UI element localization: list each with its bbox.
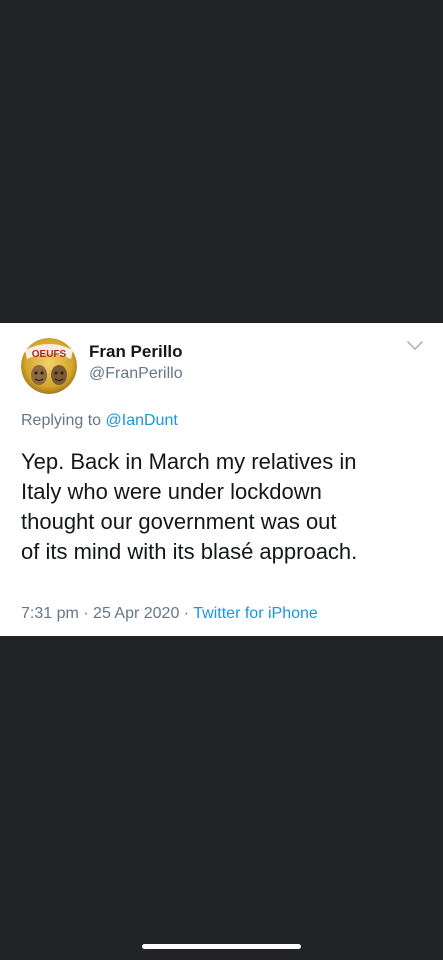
tweet-text-line: Italy who were under lockdown <box>21 479 322 504</box>
tweet-source-link[interactable]: Twitter for iPhone <box>193 605 318 622</box>
replying-to: Replying to @IanDunt <box>21 411 178 431</box>
replying-to-label: Replying to <box>21 412 102 429</box>
user-handle[interactable]: @FranPerillo <box>89 364 183 384</box>
tweet-card[interactable]: OEUFS Fran Perillo @FranPerillo Replying… <box>0 323 443 636</box>
tweet-text-line: of its mind with its blasé approach. <box>21 539 358 564</box>
tweet-text-line: Yep. Back in March my relatives in <box>21 449 357 474</box>
meta-separator: · <box>183 605 190 622</box>
tweet-time: 7:31 pm <box>21 605 79 622</box>
tweet-text-line: thought our government was out <box>21 509 337 534</box>
tweet-metadata: 7:31 pm · 25 Apr 2020 · Twitter for iPho… <box>21 604 318 624</box>
avatar[interactable]: OEUFS <box>21 338 77 394</box>
reply-mention-link[interactable]: @IanDunt <box>106 412 178 429</box>
meta-separator: · <box>83 605 89 622</box>
tweet-date: 25 Apr 2020 <box>93 605 180 622</box>
display-name[interactable]: Fran Perillo <box>89 342 183 362</box>
avatar-logo-text: OEUFS <box>32 349 67 360</box>
chevron-down-icon[interactable] <box>406 340 424 352</box>
home-indicator[interactable] <box>142 944 301 949</box>
tweet-text: Yep. Back in March my relatives in Italy… <box>21 447 431 567</box>
